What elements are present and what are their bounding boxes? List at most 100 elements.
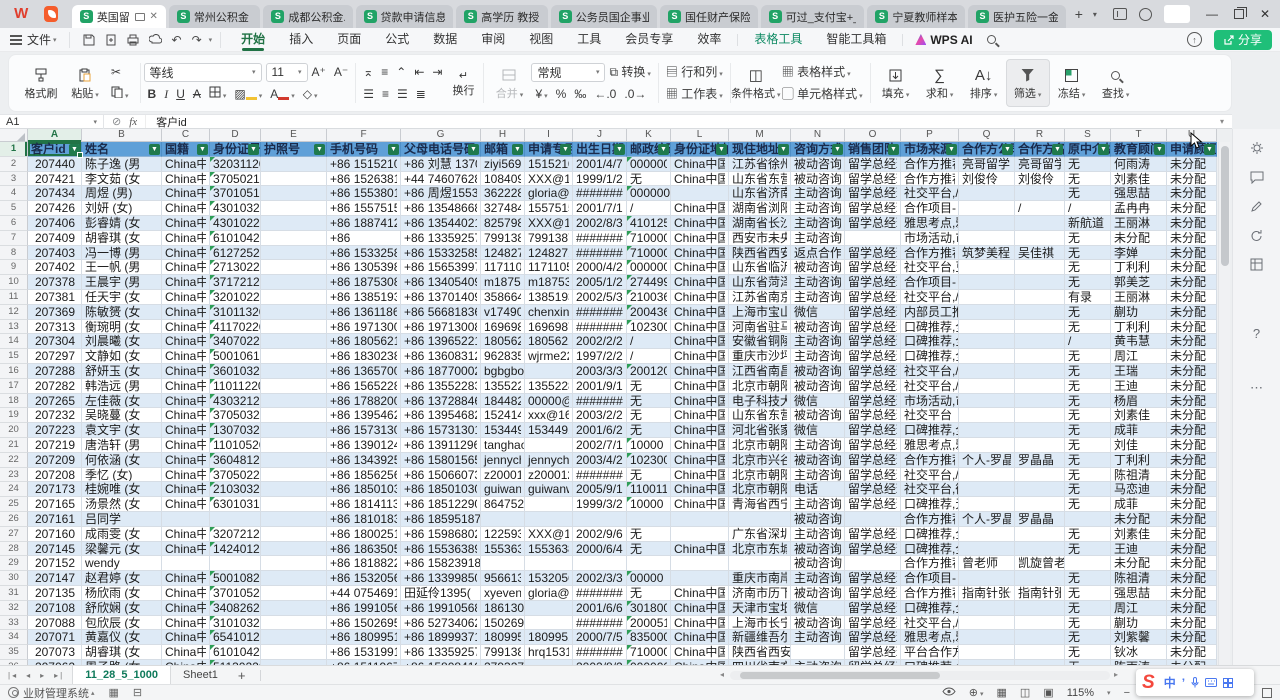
row-header[interactable]: 35 bbox=[0, 645, 28, 660]
cell[interactable]: 上海市宝山 bbox=[729, 305, 791, 320]
cell[interactable]: 社交平台,/ bbox=[901, 379, 959, 394]
formula-bar-expand-icon[interactable]: ▾ bbox=[1220, 117, 1224, 126]
new-tab-button[interactable]: + bbox=[1069, 6, 1089, 22]
cell[interactable]: 刘俊伶 bbox=[1015, 172, 1065, 187]
cell[interactable]: China中国 bbox=[162, 571, 210, 586]
row-header[interactable]: 13 bbox=[0, 320, 28, 335]
cell[interactable]: 王迪 bbox=[1111, 542, 1167, 557]
cell[interactable]: 未分配 bbox=[1167, 305, 1217, 320]
font-color-icon[interactable]: A▾ bbox=[266, 84, 299, 104]
cell[interactable]: China中国 bbox=[671, 394, 729, 409]
cell[interactable]: 亮哥留学 bbox=[959, 157, 1015, 172]
cell[interactable]: 冯一博 (男 bbox=[82, 246, 162, 261]
comment-icon[interactable] bbox=[1247, 167, 1267, 187]
bold-button[interactable]: B bbox=[144, 84, 161, 104]
cell[interactable]: 市场活动,市 bbox=[901, 394, 959, 409]
filter-dropdown-icon[interactable]: ▼ bbox=[149, 144, 160, 155]
cell[interactable]: 江苏省南京 bbox=[729, 290, 791, 305]
cell[interactable]: 北京市东城 bbox=[729, 542, 791, 557]
cell[interactable] bbox=[261, 394, 327, 409]
cell[interactable]: +86 13611860 bbox=[327, 305, 401, 320]
cell[interactable]: 153449155 bbox=[525, 423, 573, 438]
refresh-icon[interactable] bbox=[1247, 225, 1267, 245]
cell[interactable]: 未分配 bbox=[1167, 512, 1217, 527]
cell[interactable]: ######## bbox=[573, 616, 627, 631]
cell[interactable]: bgbgbow@ bbox=[481, 364, 525, 379]
help-icon[interactable]: ? bbox=[1247, 323, 1267, 343]
header-cell[interactable]: 身份证号▼ bbox=[210, 142, 261, 157]
cell[interactable]: 799138782 bbox=[481, 231, 525, 246]
row-header[interactable]: 4 bbox=[0, 186, 28, 201]
cell[interactable]: 无 bbox=[1065, 260, 1111, 275]
cell[interactable] bbox=[261, 542, 327, 557]
cell[interactable]: 301800 bbox=[627, 601, 671, 616]
redo-icon[interactable]: ↷ bbox=[192, 33, 202, 47]
cell[interactable] bbox=[1015, 468, 1065, 483]
header-cell[interactable]: 现住地址▼ bbox=[729, 142, 791, 157]
row-header[interactable]: 18 bbox=[0, 394, 28, 409]
cell[interactable]: XXX@163.c bbox=[525, 527, 573, 542]
cell[interactable]: 153449155 bbox=[481, 423, 525, 438]
cell[interactable]: ######## bbox=[573, 305, 627, 320]
cell[interactable]: 留学总经理 bbox=[845, 260, 901, 275]
conditional-format-button[interactable]: ◫ 条件格式▾ bbox=[734, 59, 778, 107]
upload-icon[interactable]: ↑ bbox=[1187, 32, 1202, 47]
cell[interactable] bbox=[1065, 512, 1111, 527]
cell[interactable] bbox=[959, 408, 1015, 423]
last-sheet-icon[interactable]: ▸| bbox=[54, 671, 64, 680]
cell[interactable]: / bbox=[1015, 201, 1065, 216]
cell[interactable] bbox=[261, 556, 327, 571]
cell[interactable]: 未分配 bbox=[1167, 260, 1217, 275]
cell[interactable]: +86 13439252 bbox=[327, 453, 401, 468]
cell[interactable]: 511302200208200025 bbox=[210, 660, 261, 665]
cell[interactable]: 135522836 bbox=[525, 379, 573, 394]
cell[interactable]: 凯旋曾老师 bbox=[1015, 556, 1065, 571]
cell[interactable]: +86 1573130169 bbox=[401, 423, 481, 438]
cell[interactable]: China中国 bbox=[671, 408, 729, 423]
cell[interactable]: 钬冰 bbox=[1111, 645, 1167, 660]
cell[interactable]: 口碑推荐,全 bbox=[901, 334, 959, 349]
cell[interactable] bbox=[959, 601, 1015, 616]
cell[interactable]: 207304 bbox=[28, 334, 82, 349]
cell[interactable] bbox=[261, 468, 327, 483]
header-cell[interactable]: 父母电话号码▼ bbox=[401, 142, 481, 157]
spreadsheet-grid[interactable]: 1客户id▼姓名▼国籍▼身份证号▼护照号▼手机号码▼父母电话号码▼邮箱▼申请专用… bbox=[0, 142, 1217, 665]
row-header[interactable]: 16 bbox=[0, 364, 28, 379]
cell[interactable]: 被动咨询 bbox=[791, 586, 845, 601]
cell[interactable]: 未分配 bbox=[1167, 497, 1217, 512]
filter-dropdown-icon[interactable]: ▼ bbox=[1098, 144, 1109, 155]
cell[interactable]: 留学总经理 bbox=[845, 497, 901, 512]
cell[interactable] bbox=[959, 379, 1015, 394]
cell[interactable]: 未分配 bbox=[1167, 645, 1217, 660]
cell[interactable]: 362228235 bbox=[481, 186, 525, 201]
cell[interactable]: 留学总经理 bbox=[845, 394, 901, 409]
eye-protection-icon[interactable] bbox=[942, 687, 956, 699]
cell[interactable]: China中国 bbox=[162, 645, 210, 660]
cell[interactable] bbox=[959, 305, 1015, 320]
row-header[interactable]: 26 bbox=[0, 512, 28, 527]
cell[interactable]: 罗晶晶 bbox=[1015, 512, 1065, 527]
cell[interactable]: 无 bbox=[627, 394, 671, 409]
row-header[interactable]: 8 bbox=[0, 246, 28, 261]
cell[interactable] bbox=[1015, 231, 1065, 246]
cell[interactable]: 青海省西宁 bbox=[729, 497, 791, 512]
cell[interactable]: China中国 bbox=[162, 453, 210, 468]
cell[interactable]: tanghaoxu bbox=[481, 438, 525, 453]
cell[interactable]: 500108200203035125 bbox=[210, 571, 261, 586]
cell[interactable] bbox=[261, 630, 327, 645]
filter-dropdown-icon[interactable]: ▼ bbox=[468, 144, 479, 155]
cell[interactable]: China中国 bbox=[162, 201, 210, 216]
cell[interactable]: 340702200202202520 bbox=[210, 334, 261, 349]
cell[interactable]: 丁利利 bbox=[1111, 320, 1167, 335]
file-tab[interactable]: S高学历 教授.xlsx bbox=[456, 5, 548, 28]
cell[interactable] bbox=[1015, 423, 1065, 438]
cell[interactable] bbox=[525, 616, 573, 631]
cell[interactable]: China中国 bbox=[162, 231, 210, 246]
file-tab[interactable]: S国任财产保险样本 bbox=[660, 5, 758, 28]
column-header-Q[interactable]: Q bbox=[959, 129, 1015, 142]
ime-keyboard-icon[interactable] bbox=[1205, 678, 1217, 687]
cell[interactable] bbox=[525, 364, 573, 379]
hscroll-right-icon[interactable]: ▸ bbox=[1114, 670, 1118, 679]
cell[interactable]: 无 bbox=[1065, 231, 1111, 246]
cell[interactable]: +86 1991056866 bbox=[401, 601, 481, 616]
